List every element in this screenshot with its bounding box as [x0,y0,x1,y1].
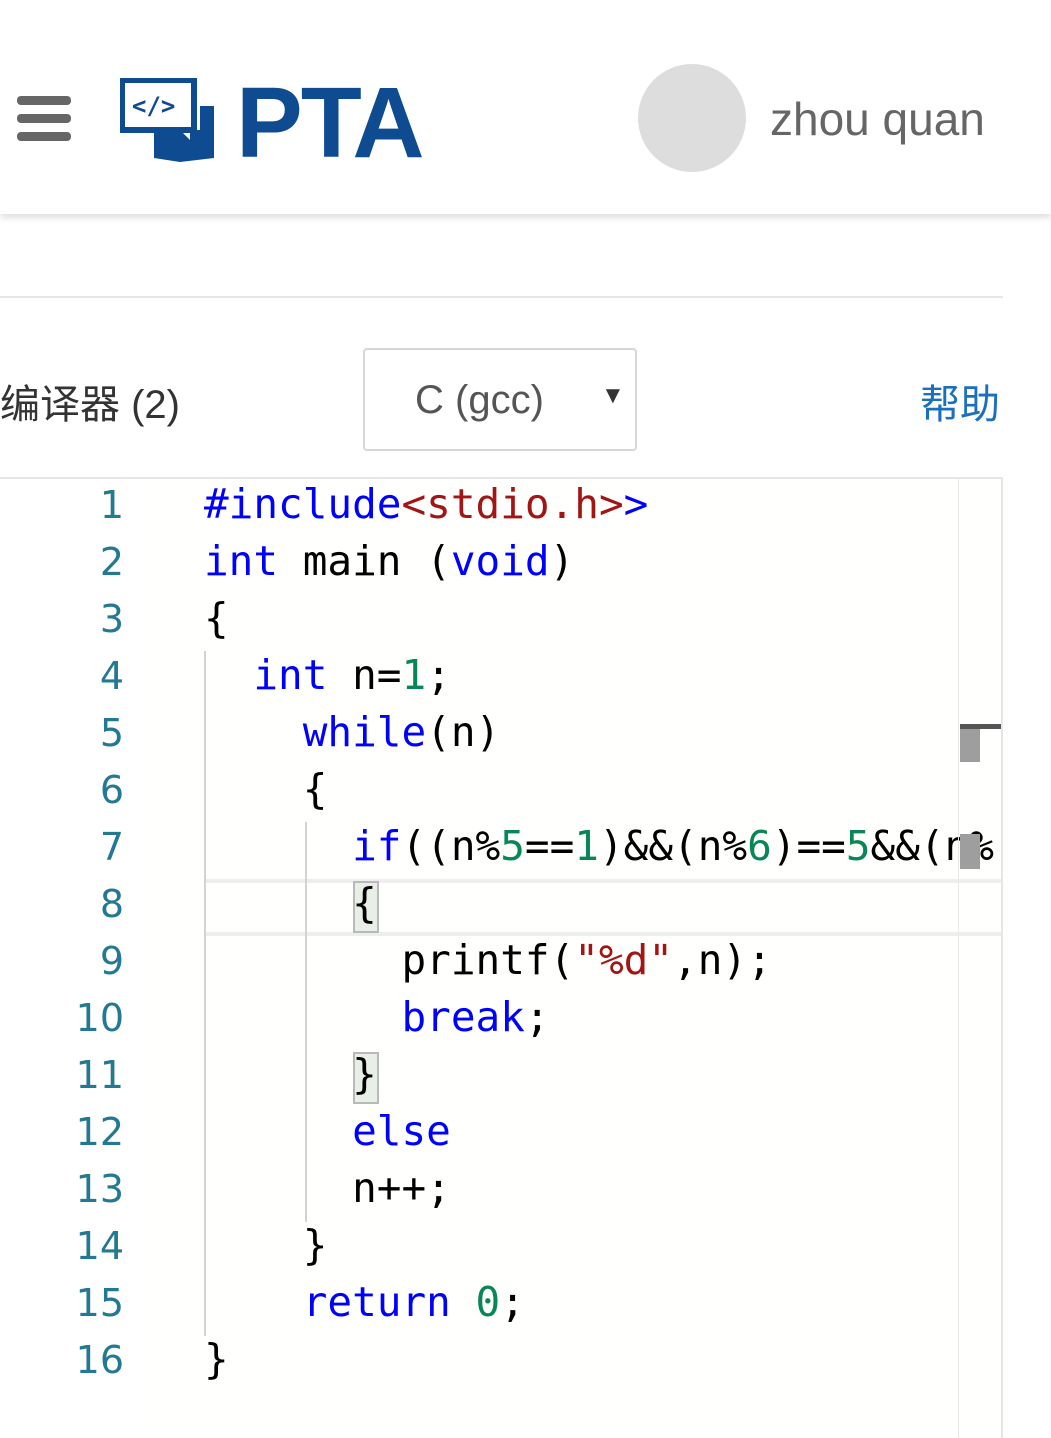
code-token: ; [426,651,451,699]
line-number: 13 [75,1167,124,1211]
code-token: printf( [204,936,575,984]
code-token: else [352,1107,451,1155]
code-token: 0 [475,1278,501,1326]
overview-marker [960,834,980,869]
top-header: </> PTA zhou quan [0,0,1051,214]
line-number: 9 [99,939,124,983]
code-line: { [204,765,328,813]
line-number-gutter: 1 2 3 4 5 6 7 8 9 10 11 12 13 14 15 16 [0,479,150,1438]
code-token: ,n); [673,936,772,984]
code-line: n++; [204,1164,451,1212]
scrollbar-thumb[interactable] [960,729,980,762]
logo-text: PTA [236,67,425,179]
code-line: break; [204,993,550,1041]
compiler-select[interactable]: C (gcc) ▼ [363,348,637,451]
hamburger-icon[interactable] [17,96,71,150]
code-line: int n=1; [204,651,451,699]
line-number: 10 [75,996,124,1040]
code-token: > [623,480,649,528]
code-line: if((n%5==1)&&(n%6)==5&&(n% [204,822,994,870]
code-line: } [204,1335,229,1383]
code-token: main ( [278,537,451,585]
code-token: return [302,1278,451,1326]
line-number: 15 [75,1281,124,1325]
dropdown-arrow-icon: ▼ [601,382,625,409]
code-line: } [204,1050,377,1098]
svg-text:</>: </> [132,92,175,120]
code-token: } [204,1221,328,1269]
line-number: 1 [99,483,124,527]
code-token: int [204,537,279,585]
overview-ruler[interactable] [958,479,959,1438]
code-token: <stdio.h> [401,480,624,528]
code-token: break [401,993,525,1041]
code-token: { [204,594,229,642]
code-token: )== [771,822,846,870]
code-token: 1 [574,822,599,870]
line-number: 4 [99,654,124,698]
code-line: } [204,1221,328,1269]
code-line: else [204,1107,451,1155]
code-token: (n) [426,708,501,756]
code-token: 5 [500,822,525,870]
code-token: ((n% [401,822,501,870]
line-number: 2 [99,540,124,584]
code-token: 6 [747,822,772,870]
line-number: 3 [99,597,124,641]
code-token: n++; [204,1164,451,1212]
compiler-label: 编译器 (2) [0,383,180,427]
code-token: { [204,765,328,813]
code-token: ) [549,537,575,585]
compiler-selected-value: C (gcc) [415,378,544,422]
line-number: 11 [75,1053,124,1097]
code-line: { [204,879,377,927]
code-line: { [204,594,229,642]
code-token: 1 [401,651,427,699]
code-token: "%d" [574,936,674,984]
username[interactable]: zhou quan [770,92,985,146]
code-token: ; [500,1278,525,1326]
code-token: == [524,822,575,870]
line-number: 6 [99,768,124,812]
code-line: while(n) [204,708,500,756]
avatar[interactable] [638,64,746,172]
code-token: 5 [845,822,871,870]
code-token: int [253,651,328,699]
code-line: return 0; [204,1278,525,1326]
line-number: 8 [99,882,124,926]
code-token: } [204,1335,229,1383]
code-line: #include<stdio.h>> [204,480,648,528]
code-token: n= [327,651,402,699]
code-token: void [450,537,550,585]
pta-logo-icon[interactable]: </> [120,78,216,164]
help-link[interactable]: 帮助 [920,372,1000,430]
line-number: 7 [99,825,124,869]
code-line: printf("%d",n); [204,936,772,984]
code-editor[interactable]: 1 2 3 4 5 6 7 8 9 10 11 12 13 14 15 16 #include<stdio.h… [0,477,1003,1438]
code-token: ; [524,993,550,1041]
code-token: { [204,879,377,927]
code-token: )&&(n% [598,822,748,870]
line-number: 14 [75,1224,124,1268]
line-number: 16 [75,1338,124,1382]
line-number: 12 [75,1110,124,1154]
code-token: if [352,822,402,870]
code-token: #include [204,480,402,528]
code-token: while [302,708,427,756]
divider [0,296,1003,298]
line-number: 5 [99,711,124,755]
code-token: } [204,1050,377,1098]
code-line: int main (void) [204,537,574,585]
